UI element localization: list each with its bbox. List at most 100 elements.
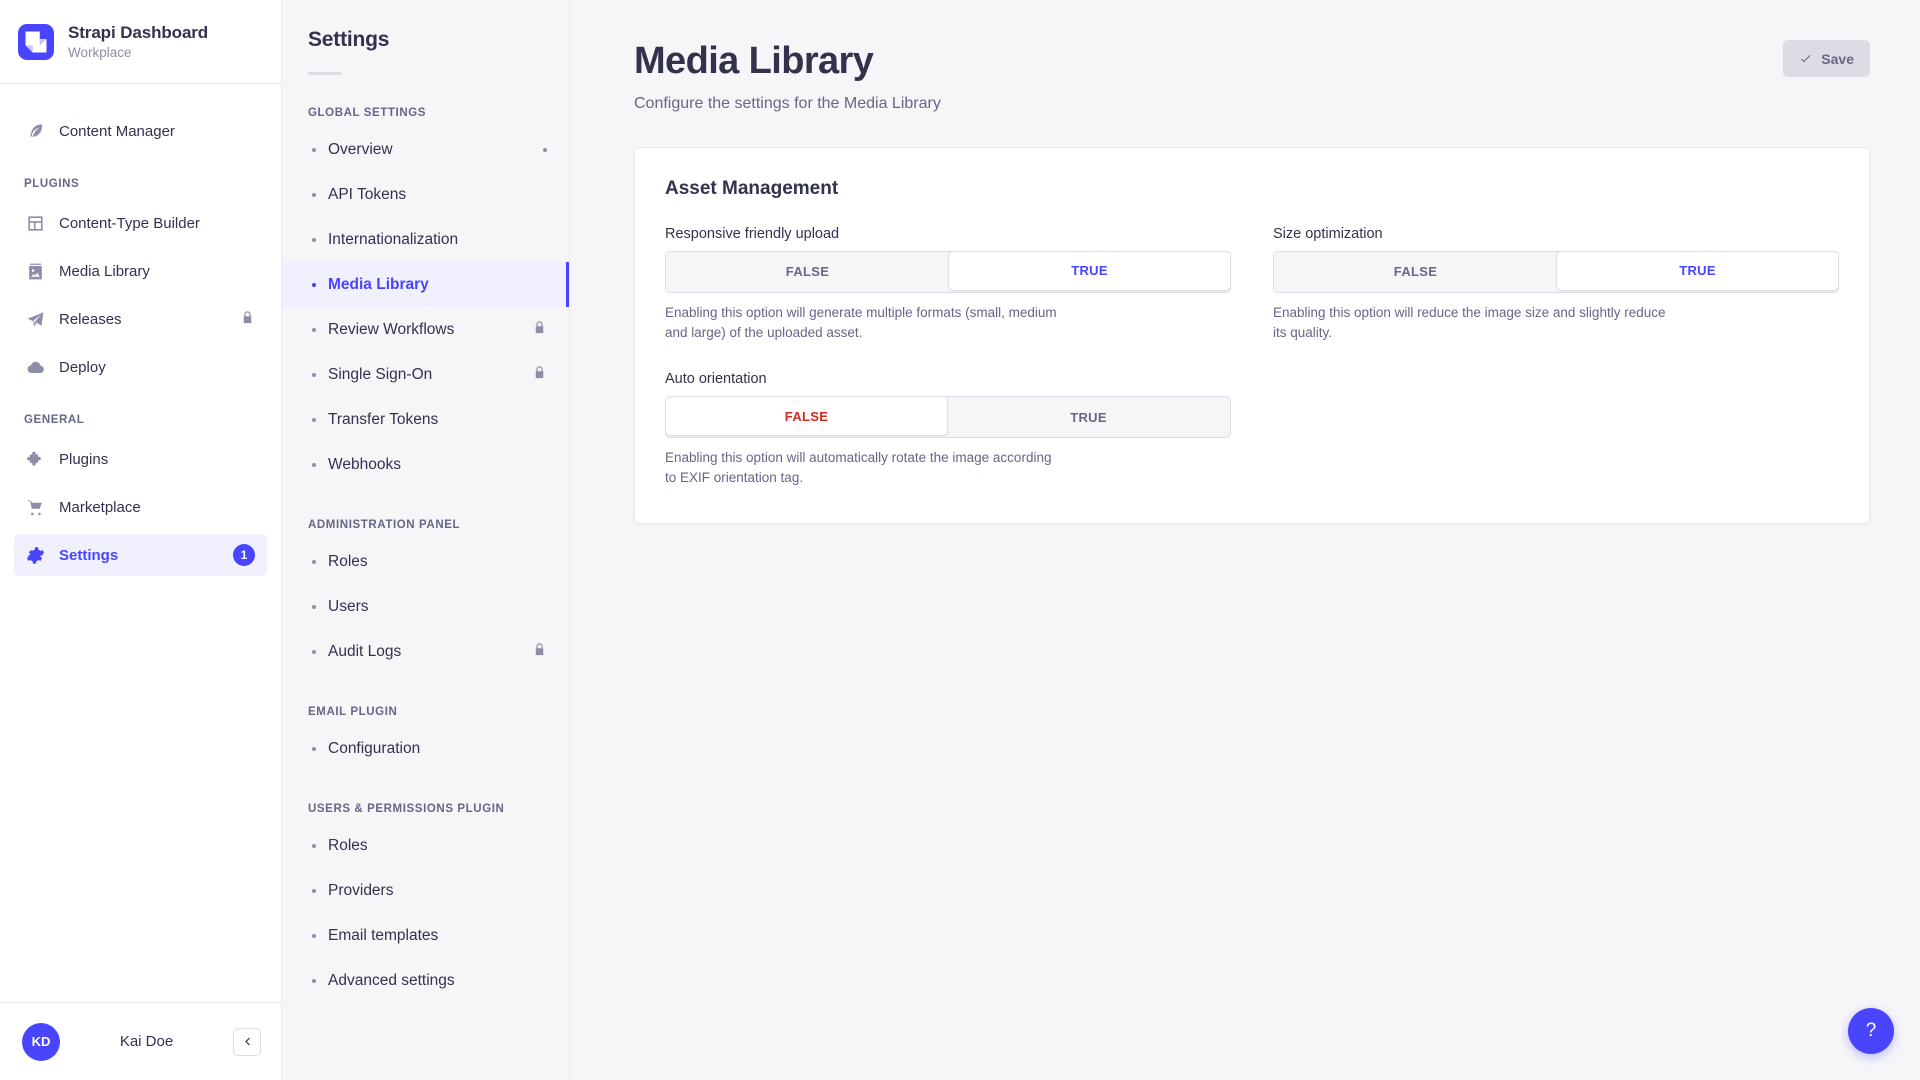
bullet-icon	[312, 934, 316, 938]
check-icon	[1799, 52, 1812, 65]
sidebar-item-content-type-builder[interactable]: Content-Type Builder	[14, 202, 267, 244]
lock-icon	[532, 642, 547, 662]
subnav-item-label: Providers	[328, 882, 547, 900]
settings-badge-count: 1	[233, 544, 255, 566]
field-responsive-friendly-upload: Responsive friendly upload FALSE TRUE En…	[665, 226, 1231, 344]
subnav-item-label: Internationalization	[328, 231, 547, 249]
sidebar-item-plugins[interactable]: Plugins	[14, 438, 267, 480]
feather-pen-icon	[26, 122, 45, 141]
save-button[interactable]: Save	[1783, 40, 1870, 77]
settings-grid: Responsive friendly upload FALSE TRUE En…	[665, 226, 1839, 489]
main-sidebar: Strapi Dashboard Workplace Content Manag…	[0, 0, 282, 1080]
image-frame-icon	[26, 262, 45, 281]
subnav-item-advanced-settings[interactable]: Advanced settings	[282, 958, 569, 1003]
brand-title: Strapi Dashboard	[68, 23, 208, 43]
field-hint: Enabling this option will generate multi…	[665, 303, 1065, 344]
app-root: Strapi Dashboard Workplace Content Manag…	[0, 0, 1920, 1080]
page-subtitle: Configure the settings for the Media Lib…	[634, 95, 941, 113]
toggle-option-false[interactable]: FALSE	[665, 396, 948, 436]
sidebar-collapse-button[interactable]	[233, 1028, 261, 1056]
subnav-item-audit-logs[interactable]: Audit Logs	[282, 629, 569, 674]
bullet-icon	[312, 283, 316, 287]
bullet-icon	[312, 193, 316, 197]
page-title: Media Library	[634, 40, 941, 84]
toggle-group-size-optimization[interactable]: FALSE TRUE	[1273, 251, 1839, 293]
save-button-label: Save	[1821, 51, 1854, 67]
bullet-icon	[312, 328, 316, 332]
field-label: Responsive friendly upload	[665, 226, 1231, 242]
toggle-option-true[interactable]: TRUE	[947, 397, 1230, 437]
lock-icon	[240, 310, 255, 329]
subnav-item-roles-admin[interactable]: Roles	[282, 539, 569, 584]
lock-icon	[532, 320, 547, 340]
sidebar-item-label: Media Library	[59, 263, 255, 280]
subnav-item-email-templates[interactable]: Email templates	[282, 913, 569, 958]
subnav-item-label: Roles	[328, 837, 547, 855]
bullet-icon	[312, 650, 316, 654]
help-button[interactable]: ?	[1848, 1008, 1894, 1054]
chevron-left-icon	[242, 1036, 253, 1047]
settings-column-right: Size optimization FALSE TRUE Enabling th…	[1273, 226, 1839, 489]
subnav-item-transfer-tokens[interactable]: Transfer Tokens	[282, 397, 569, 442]
subnav-item-label: Email templates	[328, 927, 547, 945]
toggle-option-true[interactable]: TRUE	[948, 251, 1231, 291]
field-label: Size optimization	[1273, 226, 1839, 242]
sidebar-user-footer: KD Kai Doe	[0, 1002, 281, 1080]
page-header-text: Media Library Configure the settings for…	[634, 40, 941, 113]
subnav-divider	[308, 72, 342, 75]
sidebar-item-label: Marketplace	[59, 499, 255, 516]
brand-header[interactable]: Strapi Dashboard Workplace	[0, 0, 281, 84]
cloud-icon	[26, 358, 45, 377]
toggle-option-true[interactable]: TRUE	[1556, 251, 1839, 291]
subnav-item-review-workflows[interactable]: Review Workflows	[282, 307, 569, 352]
bullet-icon	[312, 238, 316, 242]
sidebar-item-label: Settings	[59, 547, 219, 564]
subnav-item-api-tokens[interactable]: API Tokens	[282, 172, 569, 217]
subnav-item-label: Review Workflows	[328, 321, 520, 339]
bullet-icon	[312, 418, 316, 422]
status-dot-icon	[543, 148, 547, 152]
page-header: Media Library Configure the settings for…	[570, 0, 1920, 147]
subnav-item-label: Configuration	[328, 740, 547, 758]
sidebar-item-releases[interactable]: Releases	[14, 298, 267, 340]
subnav-item-webhooks[interactable]: Webhooks	[282, 442, 569, 487]
subnav-item-users[interactable]: Users	[282, 584, 569, 629]
sidebar-item-content-manager[interactable]: Content Manager	[14, 110, 267, 152]
card-title: Asset Management	[665, 178, 1839, 200]
subnav-item-configuration[interactable]: Configuration	[282, 726, 569, 771]
sidebar-item-marketplace[interactable]: Marketplace	[14, 486, 267, 528]
subnav-item-internationalization[interactable]: Internationalization	[282, 217, 569, 262]
field-size-optimization: Size optimization FALSE TRUE Enabling th…	[1273, 226, 1839, 344]
subnav-item-providers[interactable]: Providers	[282, 868, 569, 913]
bullet-icon	[312, 148, 316, 152]
lock-icon	[532, 365, 547, 385]
subnav-item-overview[interactable]: Overview	[282, 127, 569, 172]
toggle-option-false[interactable]: FALSE	[1274, 252, 1557, 292]
subnav-item-single-sign-on[interactable]: Single Sign-On	[282, 352, 569, 397]
subnav-item-roles-users-permissions[interactable]: Roles	[282, 823, 569, 868]
sidebar-item-label: Plugins	[59, 451, 255, 468]
strapi-logo-icon	[18, 24, 54, 60]
bullet-icon	[312, 463, 316, 467]
sidebar-item-media-library[interactable]: Media Library	[14, 250, 267, 292]
sidebar-item-deploy[interactable]: Deploy	[14, 346, 267, 388]
bullet-icon	[312, 889, 316, 893]
toggle-group-responsive-friendly-upload[interactable]: FALSE TRUE	[665, 251, 1231, 293]
sidebar-item-label: Content-Type Builder	[59, 215, 255, 232]
toggle-option-false[interactable]: FALSE	[666, 252, 949, 292]
subnav-group-users-permissions-label: USERS & PERMISSIONS PLUGIN	[282, 803, 569, 815]
sidebar-item-label: Releases	[59, 311, 226, 328]
toggle-group-auto-orientation[interactable]: FALSE TRUE	[665, 396, 1231, 438]
bullet-icon	[312, 373, 316, 377]
bullet-icon	[312, 747, 316, 751]
user-name: Kai Doe	[74, 1033, 219, 1050]
brand-subtitle: Workplace	[68, 45, 208, 60]
avatar[interactable]: KD	[22, 1023, 60, 1061]
subnav-group-email-plugin-label: EMAIL PLUGIN	[282, 706, 569, 718]
subnav-item-media-library[interactable]: Media Library	[282, 262, 569, 307]
sidebar-item-settings[interactable]: Settings 1	[14, 534, 267, 576]
sidebar-section-plugins-label: PLUGINS	[14, 178, 267, 190]
bullet-icon	[312, 844, 316, 848]
subnav-title: Settings	[282, 28, 569, 52]
subnav-item-label: Audit Logs	[328, 643, 520, 661]
